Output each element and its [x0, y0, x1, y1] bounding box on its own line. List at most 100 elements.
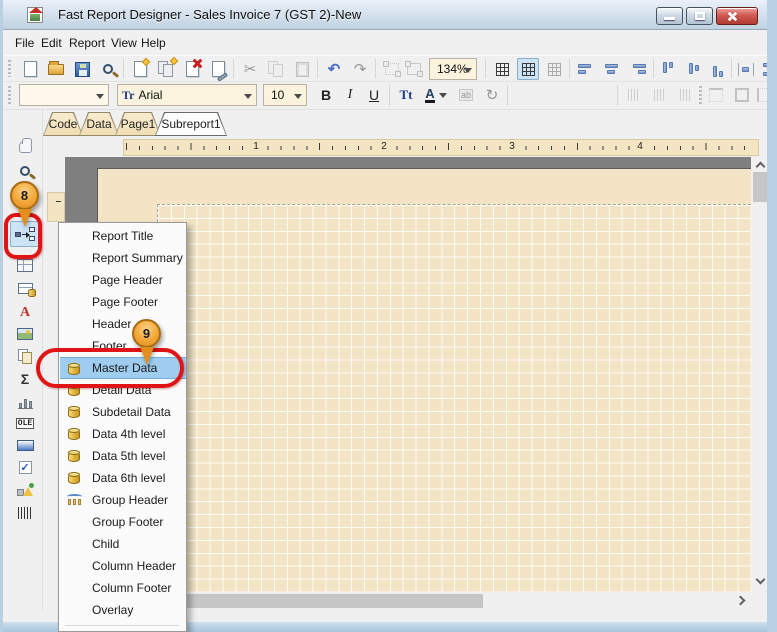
tab-subreport1[interactable]: Subreport1: [155, 112, 227, 136]
vertical-scrollbar[interactable]: [751, 157, 770, 592]
rotate-text-button[interactable]: ↻: [481, 84, 503, 106]
font-color-dropdown-arrow[interactable]: [439, 93, 447, 98]
insert-picture-tool[interactable]: [13, 323, 37, 345]
menu-item-report-title[interactable]: Report Title: [60, 225, 186, 247]
align-right-edges-button[interactable]: [627, 58, 649, 80]
design-grid[interactable]: [157, 204, 751, 592]
new-page-button[interactable]: [129, 58, 151, 80]
text-valign-top-button[interactable]: [623, 84, 645, 106]
zoom-combo[interactable]: 134%: [429, 58, 477, 80]
close-button[interactable]: [716, 7, 758, 25]
paste-button[interactable]: [291, 58, 313, 80]
maximize-button[interactable]: [686, 7, 713, 25]
highlight-button[interactable]: ab: [455, 84, 477, 106]
redo-button[interactable]: ↷: [349, 58, 371, 80]
horizontal-scroll-thumb[interactable]: [187, 594, 483, 608]
text-valign-bottom-button[interactable]: [675, 84, 697, 106]
vertical-scroll-thumb[interactable]: [753, 172, 768, 202]
copy-page-button[interactable]: [155, 58, 177, 80]
menu-item-column-header[interactable]: Column Header: [60, 555, 186, 577]
menu-item-header[interactable]: Header: [60, 313, 186, 335]
menu-item-group-footer[interactable]: Group Footer: [60, 511, 186, 533]
insert-ole-tool[interactable]: OLE: [13, 412, 37, 434]
align-to-grid-button[interactable]: [543, 58, 565, 80]
insert-checkbox-tool[interactable]: ✓: [13, 456, 37, 478]
minimize-button[interactable]: [656, 7, 683, 25]
menu-edit[interactable]: Edit: [37, 34, 66, 52]
new-report-button[interactable]: [19, 58, 41, 80]
menu-item-page-header[interactable]: Page Header: [60, 269, 186, 291]
bold-button[interactable]: B: [315, 84, 337, 106]
text-valign-middle-button[interactable]: [649, 84, 671, 106]
align-middles-button[interactable]: [683, 58, 705, 80]
scroll-right-arrow[interactable]: [736, 596, 746, 606]
cut-button[interactable]: ✂: [239, 58, 261, 80]
menu-item-column-footer[interactable]: Column Footer: [60, 577, 186, 599]
text-align-left-button[interactable]: [513, 84, 535, 106]
menu-report[interactable]: Report: [65, 34, 109, 52]
italic-button[interactable]: I: [339, 84, 361, 106]
tab-code[interactable]: Code: [43, 112, 83, 136]
align-bottom-edges-button[interactable]: [707, 58, 729, 80]
scroll-up-arrow[interactable]: [756, 162, 766, 172]
font-size-combo[interactable]: 10: [263, 84, 307, 106]
open-report-button[interactable]: [45, 58, 67, 80]
insert-text-tool[interactable]: A: [13, 302, 37, 324]
font-color-button[interactable]: A: [421, 84, 451, 106]
hand-tool[interactable]: [13, 136, 37, 158]
ungroup-button[interactable]: [403, 58, 425, 80]
save-report-button[interactable]: [71, 58, 93, 80]
preview-button[interactable]: [97, 58, 119, 80]
menu-help[interactable]: Help: [137, 34, 170, 52]
font-name-combo[interactable]: Tr Arial: [117, 84, 257, 106]
insert-gradient-tool[interactable]: [13, 434, 37, 456]
insert-shape-tool[interactable]: [13, 479, 37, 501]
underline-button[interactable]: U: [363, 84, 385, 106]
undo-button[interactable]: ↶: [323, 58, 345, 80]
border-all-button[interactable]: [731, 84, 753, 106]
menu-item-child[interactable]: Child: [60, 533, 186, 555]
copy-button[interactable]: [265, 58, 287, 80]
toolbar-grip[interactable]: [699, 86, 702, 105]
text-object-icon: A: [20, 305, 30, 321]
border-left-button[interactable]: [753, 84, 775, 106]
tab-data[interactable]: Data: [79, 112, 119, 136]
menu-item-data-6th-level[interactable]: Data 6th level: [60, 467, 186, 489]
zoom-tool[interactable]: [13, 160, 37, 182]
align-left-edges-button[interactable]: [575, 58, 597, 80]
report-page[interactable]: [97, 168, 751, 592]
menu-file[interactable]: File: [11, 34, 38, 52]
text-align-justify-button[interactable]: [591, 84, 613, 106]
menu-item-data-5th-level[interactable]: Data 5th level: [60, 445, 186, 467]
menu-item-report-summary[interactable]: Report Summary: [60, 247, 186, 269]
menu-view[interactable]: View: [107, 34, 141, 52]
show-grid-button[interactable]: [491, 58, 513, 80]
menu-item-page-footer[interactable]: Page Footer: [60, 291, 186, 313]
space-vertically-button[interactable]: [757, 58, 777, 80]
snap-to-grid-button[interactable]: [517, 58, 539, 80]
insert-chart-tool[interactable]: [13, 391, 37, 413]
insert-barcode-tool[interactable]: [13, 502, 37, 524]
title-bar[interactable]: Fast Report Designer - Sales Invoice 7 (…: [0, 0, 777, 30]
menu-item-group-header[interactable]: Group Header: [60, 489, 186, 511]
menu-item-overlay[interactable]: Overlay: [60, 599, 186, 621]
insert-data-table-tool[interactable]: [13, 277, 37, 299]
text-style-button[interactable]: Tt: [395, 84, 417, 106]
align-top-edges-button[interactable]: [657, 58, 679, 80]
toolbar-grip[interactable]: [8, 86, 11, 105]
toolbar-grip[interactable]: [8, 60, 11, 77]
delete-page-button[interactable]: [181, 58, 203, 80]
text-align-center-button[interactable]: [539, 84, 561, 106]
scroll-down-arrow[interactable]: [756, 575, 766, 585]
text-align-right-button[interactable]: [565, 84, 587, 106]
style-combo[interactable]: [19, 84, 109, 106]
insert-page-tool[interactable]: [13, 345, 37, 367]
menu-item-data-4th-level[interactable]: Data 4th level: [60, 423, 186, 445]
insert-total-tool[interactable]: Σ: [13, 368, 37, 390]
page-settings-button[interactable]: [207, 58, 229, 80]
menu-item-subdetail-data[interactable]: Subdetail Data: [60, 401, 186, 423]
group-button[interactable]: [381, 58, 403, 80]
border-top-button[interactable]: [705, 84, 727, 106]
align-centers-button[interactable]: [601, 58, 623, 80]
space-horizontally-button[interactable]: [735, 58, 757, 80]
